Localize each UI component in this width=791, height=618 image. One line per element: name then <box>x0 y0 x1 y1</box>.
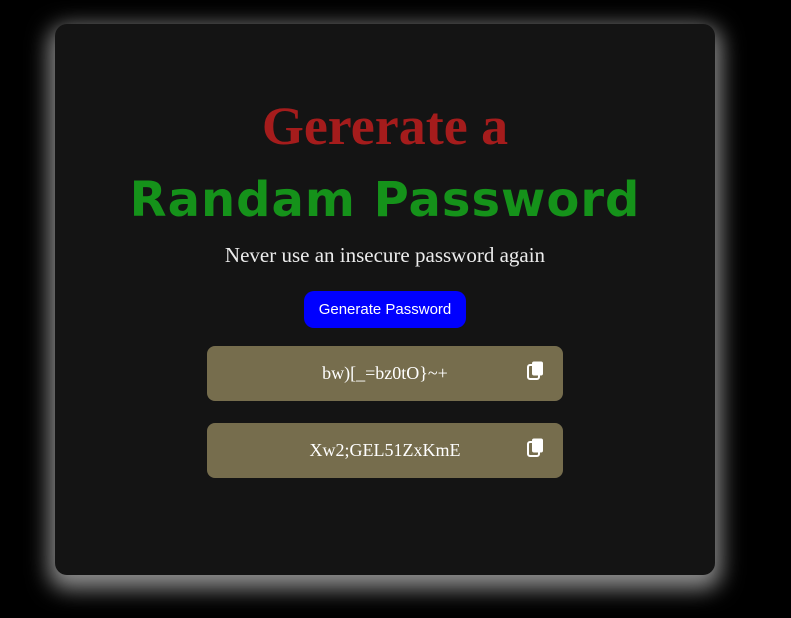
title-line-1: Gererate a <box>261 96 509 156</box>
password-box-2[interactable]: Xw2;GEL51ZxKmE <box>207 423 563 478</box>
password-generator-card: Gererate a Randam Password Never use an … <box>55 24 715 575</box>
subtitle: Never use an insecure password again <box>224 243 546 267</box>
title-line-2: Randam Password <box>129 172 641 228</box>
password-text: bw)[_=bz0tO}~+ <box>322 363 448 383</box>
password-box-1[interactable]: bw)[_=bz0tO}~+ <box>207 346 563 401</box>
copy-icon[interactable] <box>527 361 545 381</box>
copy-icon[interactable] <box>527 438 545 458</box>
password-text: Xw2;GEL51ZxKmE <box>309 440 461 460</box>
generate-password-button[interactable]: Generate Password <box>304 291 466 328</box>
